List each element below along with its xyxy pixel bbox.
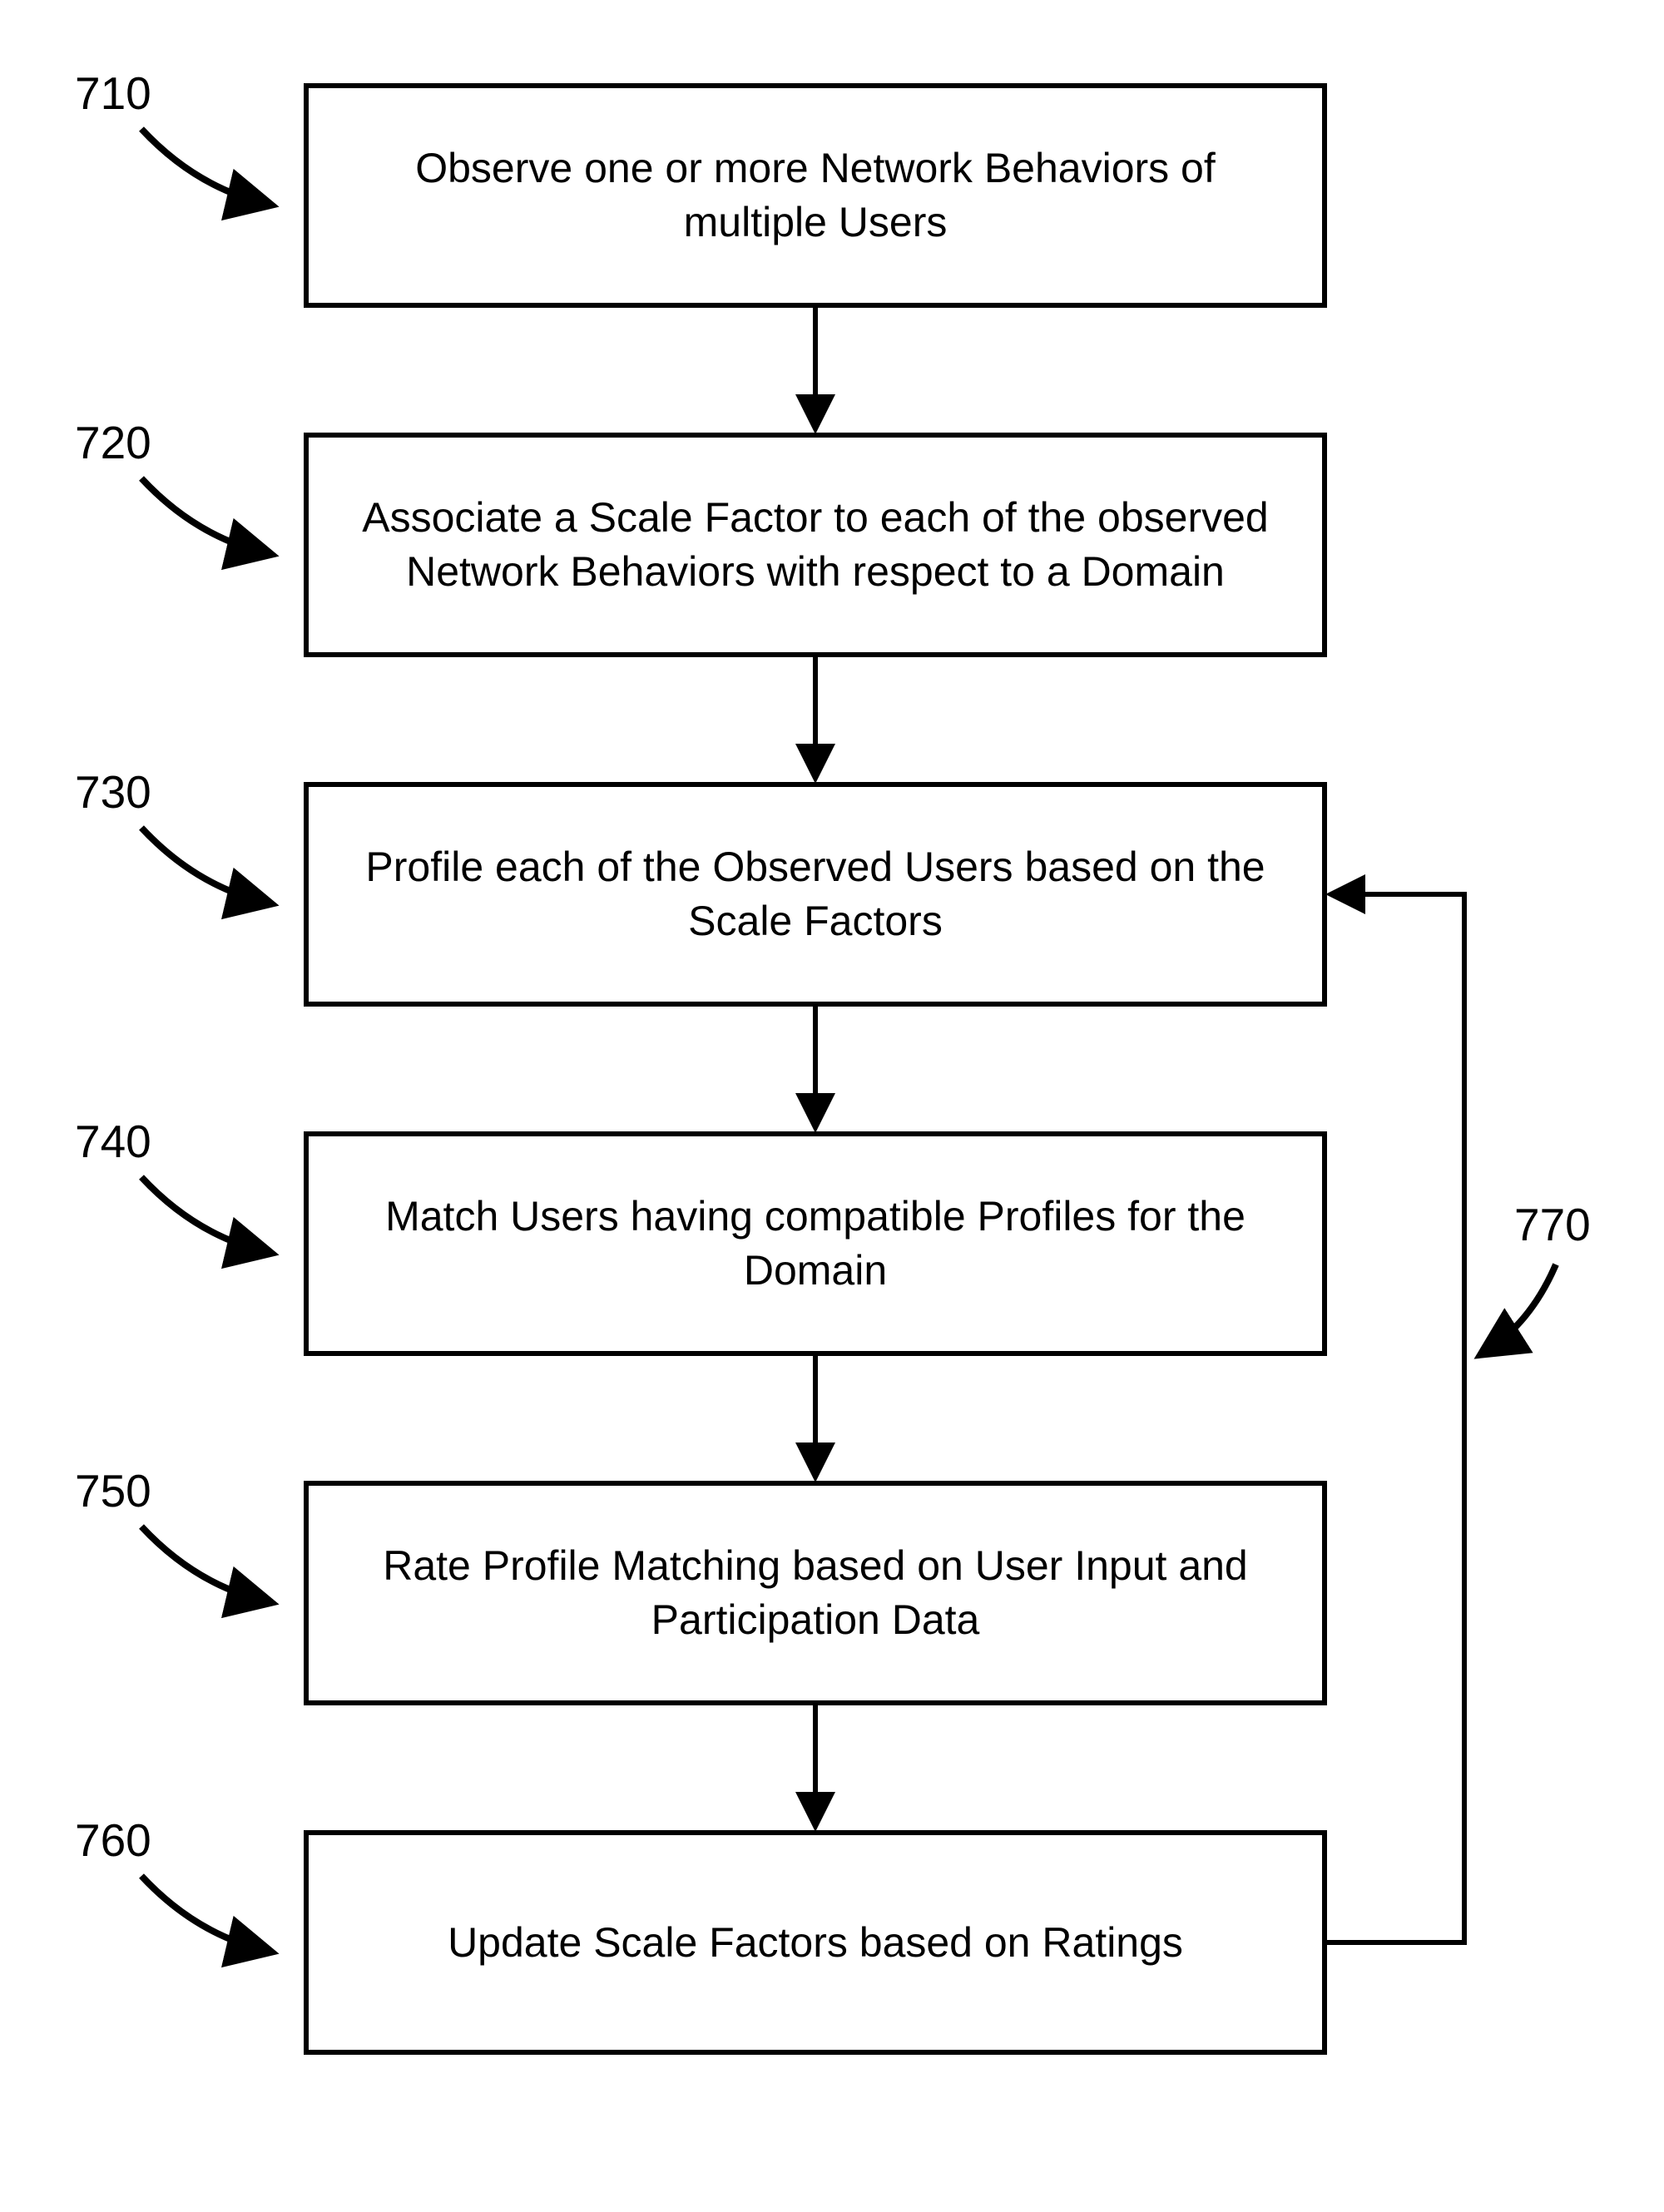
step-text: Observe one or more Network Behaviors of… (342, 141, 1289, 250)
step-label-760: 760 (75, 1814, 151, 1867)
step-box-710: Observe one or more Network Behaviors of… (304, 83, 1327, 308)
step-box-720: Associate a Scale Factor to each of the … (304, 433, 1327, 657)
step-label-740: 740 (75, 1115, 151, 1168)
step-label-750: 750 (75, 1464, 151, 1517)
step-text: Rate Profile Matching based on User Inpu… (342, 1539, 1289, 1647)
step-label-710: 710 (75, 67, 151, 120)
flowchart-canvas: Observe one or more Network Behaviors of… (0, 0, 1664, 2212)
step-label-730: 730 (75, 765, 151, 819)
step-text: Match Users having compatible Profiles f… (342, 1190, 1289, 1298)
label-pointer-760 (141, 1876, 266, 1951)
label-pointer-720 (141, 478, 266, 553)
label-pointer-710 (141, 129, 266, 204)
label-pointer-770 (1485, 1264, 1556, 1352)
label-pointer-740 (141, 1177, 266, 1252)
step-label-720: 720 (75, 416, 151, 469)
label-pointer-730 (141, 828, 266, 903)
step-box-750: Rate Profile Matching based on User Inpu… (304, 1481, 1327, 1705)
feedback-label-770: 770 (1514, 1198, 1591, 1251)
step-box-740: Match Users having compatible Profiles f… (304, 1131, 1327, 1356)
step-text: Profile each of the Observed Users based… (342, 840, 1289, 948)
step-text: Associate a Scale Factor to each of the … (342, 491, 1289, 599)
label-pointer-750 (141, 1527, 266, 1601)
step-box-730: Profile each of the Observed Users based… (304, 782, 1327, 1007)
step-box-760: Update Scale Factors based on Ratings (304, 1830, 1327, 2055)
step-text: Update Scale Factors based on Ratings (448, 1916, 1183, 1970)
edge-feedback-760-730 (1327, 894, 1464, 1942)
